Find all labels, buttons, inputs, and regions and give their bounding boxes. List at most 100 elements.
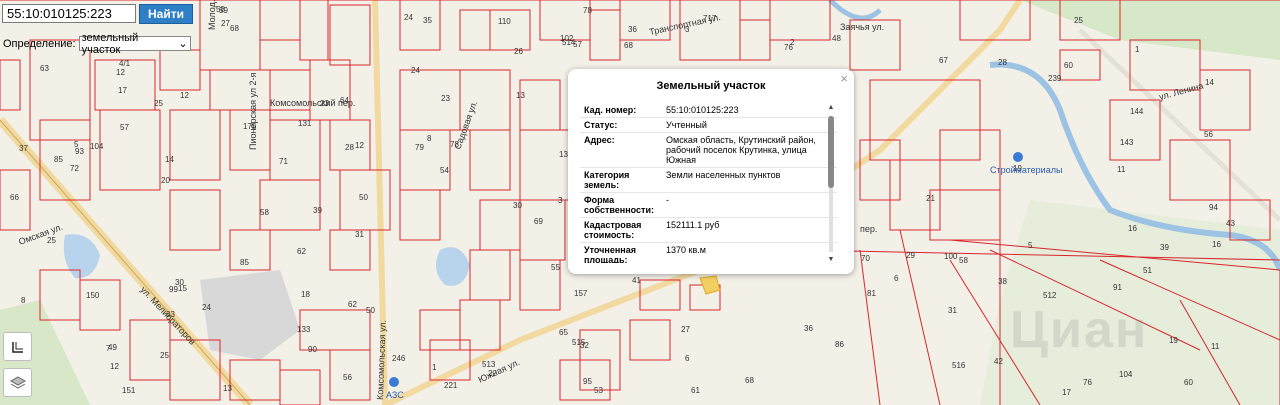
street-label: пер.	[860, 224, 877, 234]
lot-number: 81	[867, 289, 876, 298]
svg-text:Стройматериалы: Стройматериалы	[990, 165, 1062, 175]
lot-number: 94	[1209, 203, 1218, 212]
lot-number: 54	[440, 166, 449, 175]
lot-number: 59	[219, 6, 228, 15]
lot-number: 48	[832, 34, 841, 43]
lot-number: 18	[301, 290, 310, 299]
lot-number: 76	[784, 43, 793, 52]
info-value: Омская область, Крутинский район, рабочи…	[666, 135, 816, 165]
lot-number: 6	[685, 354, 690, 363]
lot-number: 144	[1130, 107, 1144, 116]
cadastral-search-input[interactable]: 55:10:010125:223	[2, 4, 136, 23]
lot-number: 27	[681, 325, 690, 334]
info-value: Земли населенных пунктов	[666, 170, 781, 180]
info-row-area: Уточненная площадь: 1370 кв.м	[580, 243, 837, 263]
lot-number: 14	[165, 155, 174, 164]
lot-number: 150	[86, 291, 100, 300]
lot-number: 23	[441, 94, 450, 103]
lot-number: 24	[202, 303, 211, 312]
lot-number: 16	[1128, 224, 1137, 233]
lot-number: 63	[40, 64, 49, 73]
lot-number: 78	[583, 6, 592, 15]
lot-number: 13	[223, 384, 232, 393]
lot-number: 30	[175, 278, 184, 287]
lot-number: 221	[444, 381, 458, 390]
street-label: Пионерская ул 2-я	[248, 72, 258, 150]
lot-number: 17	[1062, 388, 1071, 397]
lot-number: 70	[861, 254, 870, 263]
lot-number: 5	[1028, 241, 1033, 250]
popup-body: Кад. номер: 55:10:010125:223 Статус: Учтен…	[580, 103, 837, 263]
ruler-icon	[11, 341, 23, 353]
lot-number: 12	[355, 141, 364, 150]
lot-number: 85	[240, 258, 249, 267]
lot-number: 131	[298, 119, 312, 128]
lot-number: 12	[116, 68, 125, 77]
lot-number: 71	[279, 157, 288, 166]
definition-select[interactable]: земельный участок ⌄	[78, 32, 191, 56]
popup-scrollbar[interactable]: ▲ ▼	[826, 104, 836, 264]
lot-number: 55	[551, 263, 560, 272]
lot-number: 50	[366, 306, 375, 315]
lot-number: 66	[10, 193, 19, 202]
lot-number: 3	[558, 196, 563, 205]
lot-number: 11	[1117, 165, 1126, 174]
lot-number: 14	[1205, 78, 1214, 87]
lot-number: 6	[894, 274, 899, 283]
chevron-down-icon: ⌄	[178, 38, 188, 50]
lot-number: 24	[411, 66, 420, 75]
lot-number: 58	[959, 256, 968, 265]
definition-row: Определение: земельный участок ⌄	[3, 32, 191, 56]
lot-number: 68	[230, 24, 239, 33]
watermark: Циан	[1010, 301, 1149, 359]
lot-number: 239	[1048, 74, 1062, 83]
layers-button[interactable]	[3, 368, 32, 397]
lot-number: 104	[90, 142, 104, 151]
lot-number: 58	[260, 208, 269, 217]
info-label: Статус:	[584, 120, 618, 130]
lot-number: 37	[19, 144, 28, 153]
lot-number: 25	[154, 99, 163, 108]
lot-number: 175	[243, 122, 257, 131]
lot-number: 4/1	[119, 59, 131, 68]
lot-number: 17	[118, 86, 127, 95]
info-row-category: Категория земель: Земли населенных пункто…	[580, 168, 837, 193]
lot-number: 68	[745, 376, 754, 385]
scrollbar-thumb[interactable]	[828, 116, 834, 188]
lot-number: 36	[628, 25, 637, 34]
lot-number: 8	[427, 134, 432, 143]
lot-number: 1	[1135, 45, 1140, 54]
lot-number: 27	[221, 19, 230, 28]
lot-number: 35	[423, 16, 432, 25]
info-row-cadastral-value: Кадастровая стоимость: 152111.1 руб	[580, 218, 837, 243]
scroll-up-icon[interactable]: ▲	[826, 104, 836, 112]
ruler-tool-button[interactable]	[3, 332, 32, 361]
lot-number: 31	[948, 306, 957, 315]
info-value: -	[666, 195, 669, 205]
lot-number: 104	[1119, 370, 1133, 379]
lot-number: 86	[835, 340, 844, 349]
lot-number: 143	[1120, 138, 1134, 147]
lot-number: 26	[514, 47, 523, 56]
lot-number: 133	[297, 325, 311, 334]
scroll-down-icon[interactable]: ▼	[826, 256, 836, 264]
lot-number: 100	[944, 252, 958, 261]
lot-number: 60	[1184, 378, 1193, 387]
definition-selected: земельный участок	[81, 31, 139, 56]
lot-number: 20	[161, 176, 170, 185]
info-value: 55:10:010125:223	[666, 105, 739, 115]
lot-number: 91	[1113, 283, 1122, 292]
lot-number: 28	[998, 58, 1007, 67]
lot-number: 31	[355, 230, 364, 239]
lot-number: 64	[340, 96, 349, 105]
lot-number: 39	[1160, 243, 1169, 252]
lot-number: 33	[166, 310, 175, 319]
close-icon[interactable]: ×	[840, 71, 848, 86]
lot-number: 43	[1226, 219, 1235, 228]
info-label: Уточненная площадь:	[584, 245, 636, 263]
info-value: 1370 кв.м	[666, 245, 706, 255]
lot-number: 8	[21, 296, 26, 305]
info-label: Адрес:	[584, 135, 615, 145]
search-button[interactable]: Найти	[139, 4, 193, 24]
lot-number: 3	[685, 25, 690, 34]
